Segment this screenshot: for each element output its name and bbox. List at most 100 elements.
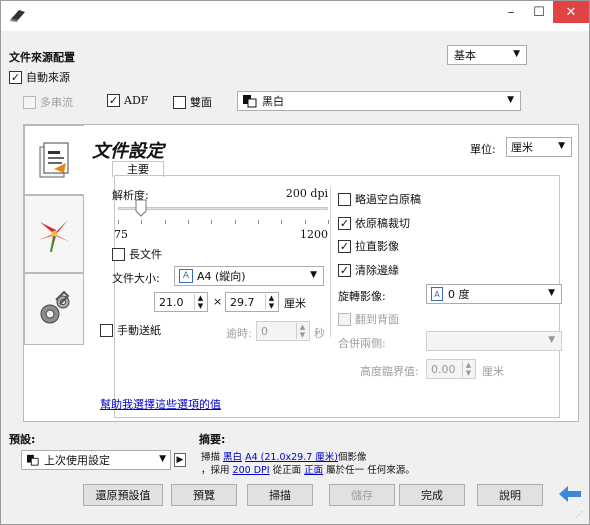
straighten-checkbox[interactable]: ✓ 拉直影像	[338, 238, 399, 254]
rotate-page-icon: A	[431, 287, 443, 301]
height-threshold-label: 高度臨界值:	[360, 365, 419, 378]
width-spinner[interactable]: 21.0 ▲ ▼	[154, 292, 208, 312]
paper-a-icon: A	[179, 269, 193, 283]
slider-max-label: 1200	[300, 228, 328, 241]
duplex-label: 雙面	[190, 96, 212, 109]
manual-feed-checkbox[interactable]: 手動送紙	[100, 322, 161, 338]
help-button[interactable]: 說明	[477, 484, 543, 506]
chevron-down-icon: ▼	[513, 49, 520, 59]
reset-defaults-button[interactable]: 還原預設值	[83, 484, 163, 506]
unit-value: 厘米	[511, 141, 533, 154]
slider-tick	[304, 220, 306, 224]
long-document-checkbox[interactable]: 長文件	[112, 246, 162, 262]
checkbox-box	[338, 312, 351, 326]
preset-value: 上次使用設定	[44, 454, 110, 467]
close-button[interactable]: ✕	[553, 1, 589, 23]
duplex-checkbox[interactable]: 雙面	[173, 94, 212, 110]
tab-document-settings[interactable]	[24, 125, 84, 195]
auto-source-checkbox[interactable]: ✓ 自動來源	[9, 69, 70, 85]
spin-arrows-icon[interactable]: ▲ ▼	[265, 294, 277, 310]
rotate-value: 0 度	[448, 288, 470, 301]
check-icon: ✓	[338, 239, 351, 253]
crop-checkbox[interactable]: ✓ 依原稿裁切	[338, 215, 410, 231]
summary-text: 屬於任一 任何來源。	[326, 465, 415, 476]
scanner-window: – ☐ ✕ 文件來源配置 基本 ▼ ✓ 自動來源 多串流 ✓ ADF 雙面 黑白…	[0, 0, 590, 525]
paper-size-select[interactable]: A A4 (縱向) ▼	[174, 266, 324, 286]
slider-tick	[258, 220, 259, 224]
check-icon: ✓	[338, 216, 351, 230]
save-button[interactable]: 儲存	[329, 484, 395, 506]
help-choose-link[interactable]: 幫助我選擇這些選項的值	[100, 396, 221, 412]
merge-select[interactable]: ▼	[426, 331, 562, 351]
timeout-label: 逾時:	[226, 327, 252, 340]
maximize-button[interactable]: ☐	[525, 1, 553, 23]
paper-size-value: A4 (縱向)	[197, 270, 246, 283]
spin-arrows-icon[interactable]: ▲ ▼	[296, 323, 308, 339]
straighten-label: 拉直影像	[355, 240, 399, 253]
back-arrow-icon[interactable]	[557, 484, 583, 504]
adf-checkbox[interactable]: ✓ ADF	[107, 94, 148, 107]
play-icon: ▶	[176, 455, 184, 465]
checkbox-box	[23, 95, 36, 109]
preset-icon	[27, 454, 39, 466]
mode-select-value: 基本	[454, 49, 476, 62]
timeout-unit: 秒	[314, 327, 325, 340]
slider-tick	[118, 220, 119, 224]
crop-label: 依原稿裁切	[355, 217, 410, 230]
checkbox-box	[112, 247, 125, 261]
timeout-value: 0	[261, 324, 268, 338]
manual-feed-label: 手動送紙	[117, 324, 161, 337]
unit-select[interactable]: 厘米 ▼	[506, 137, 572, 157]
check-icon: ✓	[107, 94, 120, 107]
skip-blank-checkbox[interactable]: 略過空白原稿	[338, 191, 421, 207]
slider-tick	[164, 220, 166, 224]
slider-tick	[328, 220, 329, 224]
skip-blank-label: 略過空白原稿	[355, 193, 421, 206]
slider-tick	[281, 220, 283, 224]
rotate-select[interactable]: A 0 度 ▼	[426, 284, 562, 304]
summary-text: ，採用	[201, 465, 230, 476]
merge-label: 合併兩側:	[338, 337, 386, 350]
tab-device-settings[interactable]	[24, 273, 84, 345]
preview-button[interactable]: 預覽	[171, 484, 237, 506]
multi-stream-checkbox[interactable]: 多串流	[23, 94, 73, 110]
scan-button[interactable]: 掃描	[247, 484, 313, 506]
summary-dpi-link[interactable]: 200 DPI	[233, 465, 270, 476]
preset-label: 預設:	[9, 433, 36, 446]
preset-select[interactable]: 上次使用設定 ▼	[21, 450, 171, 470]
mode-select[interactable]: 基本 ▼	[447, 45, 527, 65]
timeout-spinner[interactable]: 0 ▲ ▼	[256, 321, 310, 341]
resolution-slider[interactable]	[118, 207, 328, 210]
unit-label: 單位:	[470, 143, 496, 156]
height-threshold-value: 0.00	[431, 362, 456, 376]
chevron-down-icon: ▼	[558, 141, 565, 151]
source-heading: 文件來源配置	[9, 51, 75, 64]
height-threshold-spinner[interactable]: 0.00 ▲ ▼	[426, 359, 476, 379]
slider-tick	[211, 220, 213, 224]
multi-stream-label: 多串流	[40, 96, 73, 109]
summary-side-link[interactable]: 正面	[304, 465, 323, 476]
summary-line-2: ，採用 200 DPI 從正面 正面 屬於任一 任何來源。	[201, 462, 415, 476]
height-spinner[interactable]: 29.7 ▲ ▼	[225, 292, 279, 312]
edge-clean-checkbox[interactable]: ✓ 清除邊緣	[338, 262, 399, 278]
preset-arrow-button[interactable]: ▶	[174, 453, 186, 467]
scanner-app-icon	[10, 10, 25, 22]
edge-clean-label: 清除邊緣	[355, 264, 399, 277]
spin-arrows-icon[interactable]: ▲ ▼	[462, 361, 474, 377]
chevron-down-icon: ▼	[548, 335, 555, 345]
slider-tick	[141, 220, 143, 224]
width-value: 21.0	[159, 295, 184, 309]
spin-arrows-icon[interactable]: ▲ ▼	[194, 294, 206, 310]
height-threshold-unit: 厘米	[482, 365, 504, 378]
tab-image-settings[interactable]	[24, 195, 84, 273]
resolution-slider-thumb[interactable]	[135, 199, 147, 217]
column-divider	[330, 187, 331, 337]
gear-icon	[40, 290, 70, 324]
done-button[interactable]: 完成	[399, 484, 465, 506]
resize-grip-icon[interactable]: ⋰	[575, 510, 587, 522]
height-value: 29.7	[230, 295, 255, 309]
check-icon: ✓	[9, 70, 22, 84]
minimize-button[interactable]: –	[497, 1, 525, 23]
flip-back-checkbox[interactable]: 翻到背面	[338, 311, 399, 327]
color-mode-select[interactable]: 黑白 ▼	[237, 91, 521, 111]
